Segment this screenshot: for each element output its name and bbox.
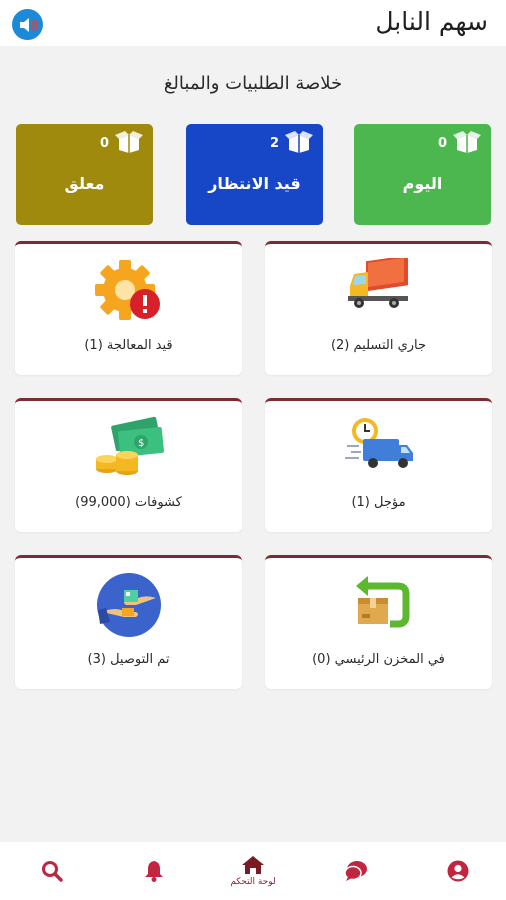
tile-statements[interactable]: $ كشوفات (99,000) (15, 398, 242, 532)
chat-icon (344, 861, 367, 881)
svg-text:$: $ (138, 438, 144, 449)
app-title: سهم النابل (375, 7, 488, 36)
nav-search[interactable] (38, 842, 66, 900)
nav-dashboard[interactable]: لوحة التحكم (218, 842, 288, 900)
search-icon (42, 861, 63, 882)
box-icon (453, 131, 481, 153)
nav-profile[interactable] (444, 842, 472, 900)
delayed-truck-icon (344, 418, 413, 468)
tile-main-warehouse[interactable]: في المخزن الرئيسي (0) (265, 555, 492, 689)
tile-label: كشوفات (99,000) (75, 495, 182, 510)
stat-label: معلق (64, 174, 105, 193)
stat-count: 2 (269, 136, 279, 151)
user-icon (447, 860, 469, 882)
box-icon (115, 131, 143, 153)
bell-icon (145, 861, 163, 882)
tile-label: جاري التسليم (2) (330, 338, 427, 353)
app-root: سهم النابل خلاصة الطلبيات والمبالغ 0 الي… (0, 0, 506, 900)
app-header: سهم النابل (0, 0, 506, 46)
stat-label: اليوم (402, 174, 443, 193)
stat-count: 0 (437, 136, 447, 151)
nav-dashboard-label: لوحة التحكم (230, 877, 276, 887)
volume-icon (19, 17, 38, 32)
tile-label: مؤجل (1) (351, 495, 406, 510)
nav-chat[interactable] (342, 842, 370, 900)
stat-count: 0 (99, 136, 109, 151)
home-icon (242, 856, 264, 874)
summary-title: خلاصة الطلبيات والمبالغ (163, 73, 343, 94)
stat-card-pending[interactable]: 2 قيد الانتظار (186, 124, 323, 225)
money-coins-icon: $ (95, 416, 164, 475)
gear-warning-icon (94, 260, 160, 320)
volume-button[interactable] (12, 9, 43, 40)
return-box-icon (355, 576, 409, 628)
nav-notifications[interactable] (140, 842, 168, 900)
hand-delivery-icon (96, 573, 161, 637)
delivery-truck-icon (347, 258, 408, 308)
tile-postponed[interactable]: مؤجل (1) (265, 398, 492, 532)
tile-in-delivery[interactable]: جاري التسليم (2) (265, 241, 492, 375)
tile-label: في المخزن الرئيسي (0) (312, 652, 445, 667)
bottom-nav: لوحة التحكم (0, 842, 506, 900)
stat-card-today[interactable]: 0 اليوم (354, 124, 491, 225)
tile-label: قيد المعالجة (1) (84, 338, 173, 353)
tile-delivered[interactable]: تم التوصيل (3) (15, 555, 242, 689)
stat-card-suspended[interactable]: 0 معلق (16, 124, 153, 225)
tile-processing[interactable]: قيد المعالجة (1) (15, 241, 242, 375)
stat-label: قيد الانتظار (208, 174, 301, 193)
tile-label: تم التوصيل (3) (87, 652, 170, 667)
box-icon (285, 131, 313, 153)
